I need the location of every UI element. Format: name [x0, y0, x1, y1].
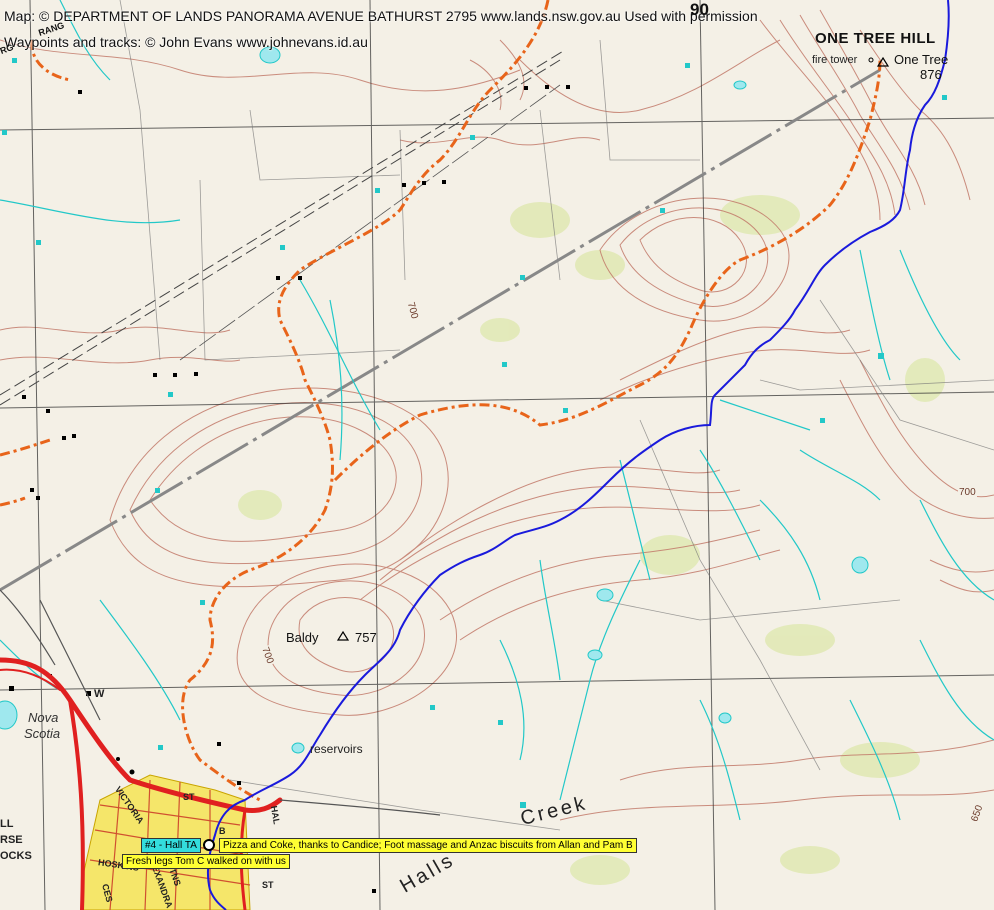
baldy-height: 757 [355, 630, 377, 645]
waypoint-id-label[interactable]: #4 - Hall TA [141, 838, 201, 853]
one-tree-height: 876 [920, 67, 942, 82]
street-label-st: ST [262, 880, 274, 890]
map-canvas [0, 0, 994, 910]
contour-label: 700 [958, 487, 977, 498]
edge-label: RSE [0, 834, 23, 846]
grid-label: 90 [690, 0, 709, 19]
waypoint-note[interactable]: Fresh legs Tom C walked on with us [122, 854, 290, 869]
topographic-map[interactable]: Map: © DEPARTMENT OF LANDS PANORAMA AVEN… [0, 0, 994, 910]
one-tree-hill-label: ONE TREE HILL [815, 30, 936, 47]
fire-tower-label: fire tower [812, 54, 858, 66]
street-label-b: B [219, 826, 226, 836]
map-credit: Map: © DEPARTMENT OF LANDS PANORAMA AVEN… [4, 8, 758, 24]
reservoirs-label: reservoirs [310, 742, 363, 756]
waypoint-note[interactable]: Pizza and Coke, thanks to Candice; Foot … [219, 838, 637, 853]
street-label-st: ST [183, 792, 195, 802]
waypoints-credit: Waypoints and tracks: © John Evans www.j… [4, 34, 368, 50]
baldy-label: Baldy [286, 630, 319, 645]
w-label: W [94, 688, 105, 700]
waypoint-marker[interactable] [203, 839, 215, 851]
edge-label: LL [0, 818, 14, 830]
edge-label: OCKS [0, 850, 32, 862]
nova-label: Nova [28, 710, 59, 725]
one-tree-label: One Tree [894, 52, 949, 67]
scotia-label: Scotia [24, 726, 61, 741]
